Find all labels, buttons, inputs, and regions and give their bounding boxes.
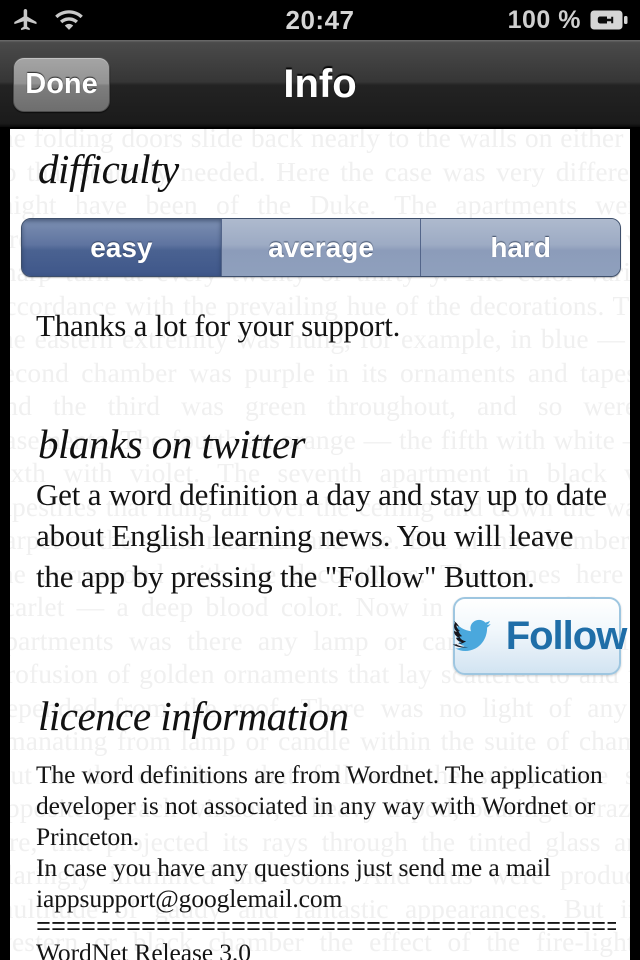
thanks-text: Thanks a lot for your support. xyxy=(36,308,401,343)
segment-easy-label: easy xyxy=(90,231,153,263)
twitter-description-line-1: Get a word definition a day and stay up … xyxy=(36,477,607,512)
licence-line-2: developer is not associated in any way w… xyxy=(36,791,596,820)
segment-hard-label: hard xyxy=(490,231,552,263)
difficulty-segmented-control[interactable]: easy average hard xyxy=(21,218,621,277)
twitter-description-line-2: about English learning news. You will le… xyxy=(36,518,574,553)
licence-line-4: In case you have any questions just send… xyxy=(36,853,551,882)
status-bar-clock: 20:47 xyxy=(285,4,355,35)
licence-heading: licence information xyxy=(38,693,349,739)
battery-charging-icon xyxy=(590,9,628,31)
status-bar-right: 100 % xyxy=(508,0,628,40)
follow-button-label: Follow xyxy=(505,613,628,658)
difficulty-heading: difficulty xyxy=(38,146,179,192)
navigation-bar: Info Done xyxy=(0,40,640,128)
licence-line-1: The word definitions are from Wordnet. T… xyxy=(36,760,603,789)
twitter-bird-icon xyxy=(448,612,500,661)
segment-easy[interactable]: easy xyxy=(22,219,221,276)
done-button-label: Done xyxy=(25,68,98,100)
app-screen: 20:47 100 % Info Done the folding doors … xyxy=(0,0,640,960)
segment-average-label: average xyxy=(268,231,374,263)
status-bar: 20:47 100 % xyxy=(0,0,640,40)
licence-line-3: Princeton. xyxy=(36,822,140,851)
done-button[interactable]: Done xyxy=(13,57,110,112)
wordnet-release-label: WordNet Release 3.0 xyxy=(36,938,251,960)
info-content-area[interactable]: the folding doors slide back nearly to t… xyxy=(10,129,630,960)
twitter-description-line-3: the app by pressing the "Follow" Button. xyxy=(36,559,535,594)
support-email[interactable]: iappsupport@googlemail.com xyxy=(36,883,342,914)
twitter-heading: blanks on twitter xyxy=(38,421,306,467)
segment-average[interactable]: average xyxy=(220,219,421,276)
follow-button[interactable]: Follow xyxy=(452,597,627,675)
segment-hard[interactable]: hard xyxy=(420,219,620,276)
battery-percent-label: 100 % xyxy=(507,5,581,34)
foreground-layer: difficulty easy average hard Thanks a lo… xyxy=(10,129,630,960)
